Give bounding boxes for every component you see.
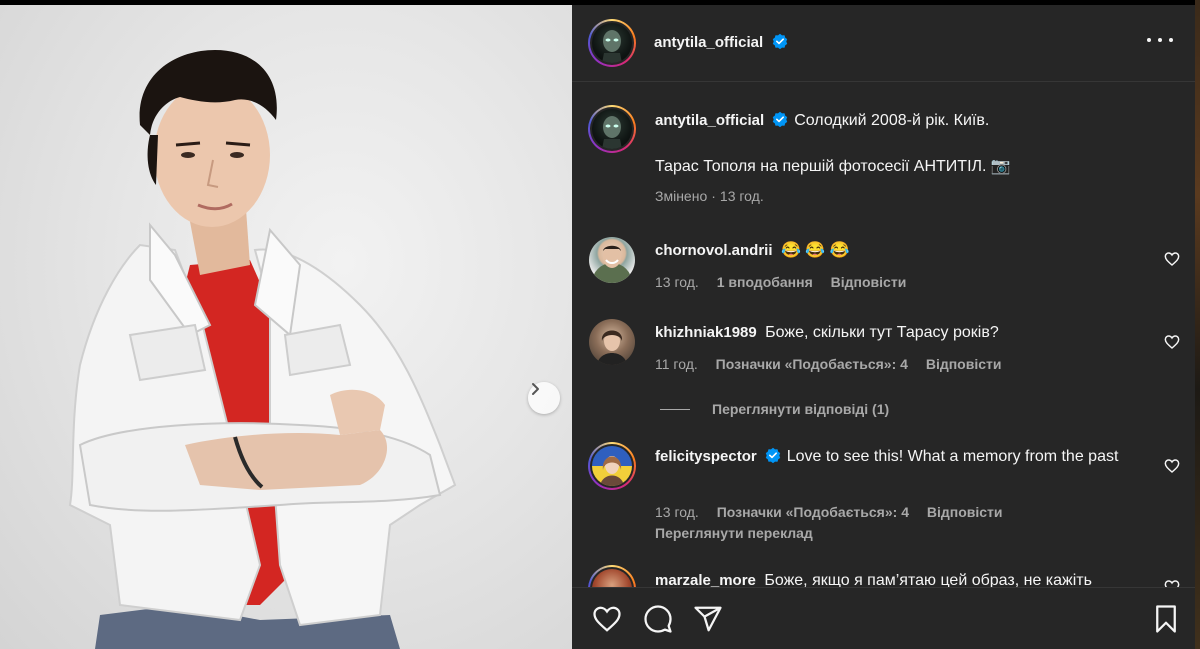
comment-username[interactable]: felicityspector	[655, 448, 757, 465]
background-strip	[1195, 0, 1200, 649]
caption-avatar-image	[602, 116, 622, 149]
caption-meta: Змінено · 13 год.	[655, 188, 764, 204]
reply-button[interactable]: Відповісти	[831, 274, 907, 290]
comment-text: khizhniak1989 Боже, скільки тут Тарасу р…	[655, 321, 1125, 345]
comment-text: marzale_more Боже, якщо я пам’ятаю цей о…	[655, 569, 1155, 587]
comment-time: 13 год.	[655, 274, 699, 290]
caption-avatar[interactable]	[588, 105, 636, 153]
comment-body: Боже, скільки тут Тарасу років?	[765, 324, 999, 341]
post-action-bar	[572, 587, 1195, 649]
heart-icon[interactable]	[592, 604, 622, 634]
comment-username[interactable]: marzale_more	[655, 572, 756, 587]
post-photo[interactable]	[0, 5, 572, 649]
chevron-right-icon	[532, 383, 539, 395]
bookmark-icon[interactable]	[1151, 604, 1181, 634]
comment-text: chornovol.andrii 😂 😂 😂	[655, 239, 1125, 263]
verified-badge-icon	[765, 447, 780, 463]
comment-text: felicityspector Love to see this! What a …	[655, 445, 1125, 469]
caption-line-2: Тарас Тополя на першій фотосесії АНТИТІЛ…	[655, 158, 1011, 175]
commenter-avatar-image	[592, 245, 632, 283]
heart-icon[interactable]	[1164, 458, 1180, 474]
comment-meta: 11 год. Позначки «Подобається»: 4 Відпов…	[655, 356, 1015, 372]
caption-text: antytila_official Солодкий 2008-й рік. Ки…	[655, 109, 1125, 133]
comments-list[interactable]: antytila_official Солодкий 2008-й рік. Ки…	[572, 83, 1195, 587]
next-photo-button[interactable]	[528, 382, 560, 414]
commenter-avatar-image	[597, 330, 627, 365]
commenter-avatar-image	[600, 456, 624, 486]
photo-illustration	[68, 50, 457, 649]
share-icon[interactable]	[693, 604, 723, 634]
caption-line-1: Солодкий 2008-й рік. Київ.	[794, 112, 990, 129]
caption-edited-label: Змінено	[655, 188, 708, 204]
comment-meta: 13 год. 1 вподобання Відповісти	[655, 274, 920, 290]
view-replies-label: Переглянути відповіді (1)	[712, 401, 890, 417]
heart-icon[interactable]	[1164, 579, 1180, 587]
author-avatar-image	[602, 30, 622, 63]
replies-divider	[660, 408, 690, 410]
comment-meta: 13 год. Позначки «Подобається»: 4 Відпов…	[655, 504, 1017, 520]
translate-row: Переглянути переклад	[655, 525, 827, 541]
more-icon[interactable]	[1147, 31, 1173, 49]
heart-icon[interactable]	[1164, 251, 1180, 267]
comment-username[interactable]: khizhniak1989	[655, 324, 757, 341]
comment-icon[interactable]	[643, 604, 673, 634]
view-replies-button[interactable]: Переглянути відповіді (1)	[660, 401, 889, 417]
heart-icon[interactable]	[1164, 334, 1180, 350]
caption-username[interactable]: antytila_official	[655, 112, 764, 129]
view-translation-button[interactable]: Переглянути переклад	[655, 525, 813, 541]
reply-button[interactable]: Відповісти	[926, 356, 1002, 372]
commenter-avatar[interactable]	[588, 442, 636, 490]
comment-time: 11 год.	[655, 356, 698, 372]
commenter-avatar[interactable]	[589, 319, 635, 365]
comment-body: 😂 😂 😂	[780, 242, 850, 259]
caption-time: 13 год.	[719, 188, 764, 204]
post-side-panel: antytila_official antytila_official Соло…	[572, 5, 1195, 649]
comment-likes[interactable]: 1 вподобання	[717, 274, 813, 290]
post-author-username[interactable]: antytila_official	[654, 34, 763, 51]
verified-badge-icon	[773, 111, 788, 127]
comment-username[interactable]: chornovol.andrii	[655, 242, 773, 259]
reply-button[interactable]: Відповісти	[927, 504, 1003, 520]
commenter-avatar[interactable]	[588, 565, 636, 587]
comment-time: 13 год.	[655, 504, 699, 520]
author-avatar[interactable]	[588, 19, 636, 67]
post-header: antytila_official	[572, 5, 1195, 82]
comment-likes[interactable]: Позначки «Подобається»: 4	[716, 356, 908, 372]
comment-body: Боже, якщо я пам’ятаю цей образ, не кажі…	[764, 572, 1092, 587]
comment-body: Love to see this! What a memory from the…	[786, 448, 1119, 465]
comment-likes[interactable]: Позначки «Подобається»: 4	[717, 504, 909, 520]
commenter-avatar[interactable]	[589, 237, 635, 283]
verified-badge-icon	[772, 33, 787, 49]
